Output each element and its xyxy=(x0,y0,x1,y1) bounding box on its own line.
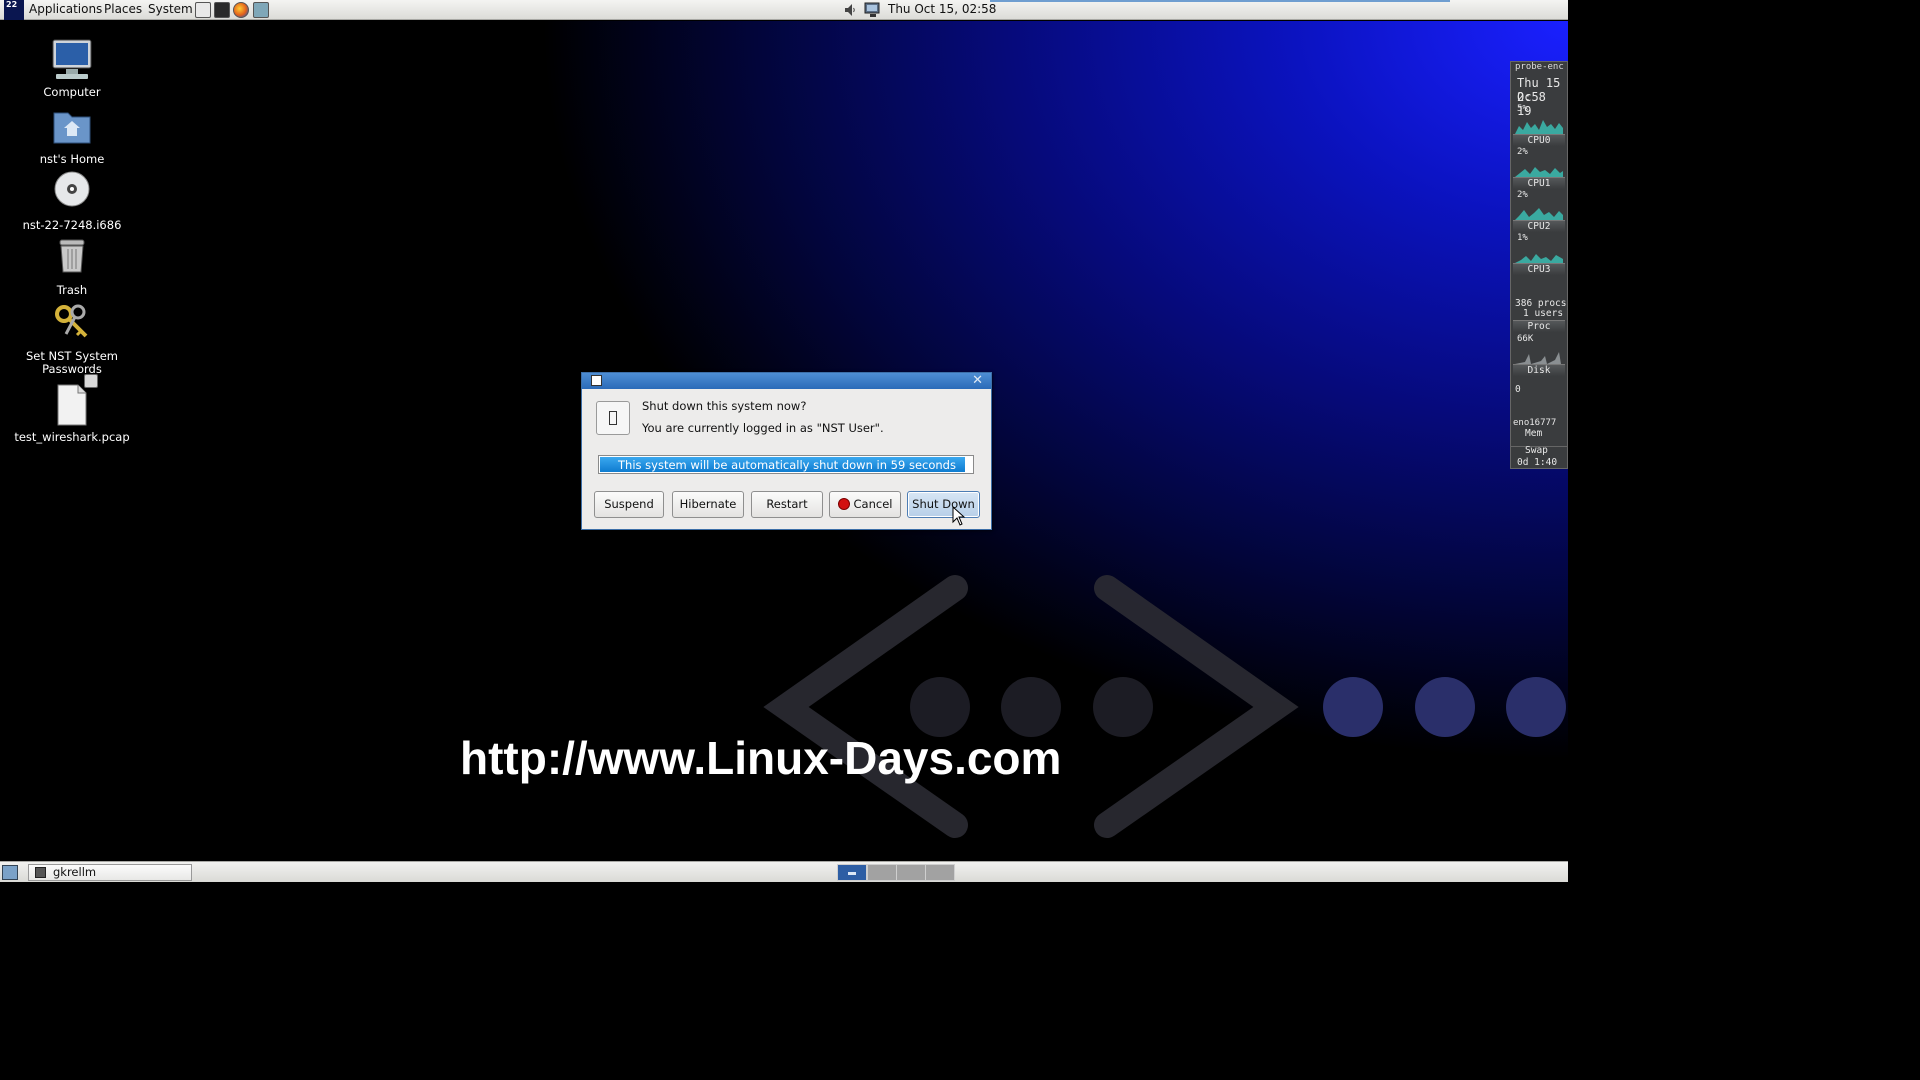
gkrellm-mem: Mem xyxy=(1525,428,1543,439)
applications-menu[interactable]: Applications xyxy=(29,2,102,16)
wallpaper-url-text: http://www.Linux-Days.com xyxy=(460,732,1062,784)
bottom-panel: gkrellm xyxy=(0,861,1568,882)
gkrellm-hostname: probe-enc xyxy=(1515,62,1564,72)
file-icon xyxy=(48,374,98,429)
show-desktop-icon[interactable] xyxy=(2,865,18,880)
mouse-cursor-icon xyxy=(952,506,966,526)
gkrellm-swap-label: Swap xyxy=(1525,445,1548,456)
cancel-label: Cancel xyxy=(853,497,893,511)
gkrellm-cpu3: 1% CPU3 xyxy=(1513,233,1565,275)
restart-button[interactable]: Restart xyxy=(751,491,823,518)
gkrellm-cpu1: 2% CPU1 xyxy=(1513,147,1565,189)
gkrellm-cpu2: 2% CPU2 xyxy=(1513,190,1565,232)
gkrellm-disk: 66K Disk xyxy=(1513,334,1565,376)
desktop-icon-label: nst's Home xyxy=(39,152,105,166)
terminal-icon[interactable] xyxy=(214,2,230,18)
desktop-icon-label: Set NST System Passwords xyxy=(25,349,118,376)
gkrellm-app-icon xyxy=(35,867,46,878)
firefox-icon[interactable] xyxy=(233,2,249,18)
gkrellm-net-label: eno16777 xyxy=(1513,418,1557,428)
close-icon[interactable]: ✕ xyxy=(972,373,983,388)
workspace-4[interactable] xyxy=(925,864,955,881)
hibernate-button[interactable]: Hibernate xyxy=(672,491,744,518)
gkrellm-net-value: 0 xyxy=(1515,384,1521,395)
desktop-icon-label: test_wireshark.pcap xyxy=(14,430,130,444)
cancel-icon xyxy=(837,498,850,510)
desktop-icon-home[interactable]: nst's Home xyxy=(7,103,137,166)
desktop-icon-passwords[interactable]: Set NST System Passwords xyxy=(7,300,137,376)
dialog-titlebar[interactable]: ✕ xyxy=(582,373,991,389)
taskbar-item-label: gkrellm xyxy=(53,865,97,879)
lock-icon xyxy=(84,374,98,388)
workspace-3[interactable] xyxy=(896,864,926,881)
gkrellm-monitor[interactable]: probe-enc Thu 15 Oc 2:58 19 5% CPU0 2% C… xyxy=(1510,61,1568,447)
document-editor-icon[interactable] xyxy=(195,2,211,18)
suspend-button[interactable]: Suspend xyxy=(594,491,664,518)
home-folder-icon xyxy=(48,103,96,151)
desktop-icon-disc[interactable]: nst-22-7248.i686 xyxy=(7,169,137,232)
desktop-icon-label: Trash xyxy=(56,283,88,297)
gkrellm-cpu0: 5% CPU0 xyxy=(1513,104,1565,146)
dialog-message: You are currently logged in as "NST User… xyxy=(642,421,884,435)
network-tool-icon[interactable] xyxy=(253,2,269,18)
desktop-icon-computer[interactable]: Computer xyxy=(7,36,137,99)
desktop-icon-pcap-file[interactable]: test_wireshark.pcap xyxy=(7,374,137,444)
network-icon[interactable] xyxy=(864,2,882,18)
shutdown-dialog: ✕ Shut down this system now? You are cur… xyxy=(581,372,992,530)
workspace-1[interactable] xyxy=(837,864,867,881)
top-panel: 22 Applications Places System Thu Oct 15… xyxy=(0,0,1568,20)
shutdown-button[interactable]: Shut Down xyxy=(907,491,980,518)
top-panel-strip xyxy=(990,0,1450,2)
cancel-button[interactable]: Cancel xyxy=(829,491,901,518)
places-menu[interactable]: Places xyxy=(104,2,142,16)
keys-icon xyxy=(48,300,96,348)
volume-icon[interactable] xyxy=(844,3,856,17)
gkrellm-uptime: 0d 1:40 xyxy=(1517,457,1558,468)
computer-icon xyxy=(48,36,96,84)
trash-icon xyxy=(48,234,96,282)
desktop-icon-label: nst-22-7248.i686 xyxy=(22,218,122,232)
countdown-progress-bar: This system will be automatically shut d… xyxy=(598,455,974,474)
disc-icon xyxy=(48,169,96,217)
countdown-text: This system will be automatically shut d… xyxy=(618,458,956,472)
power-switch-icon xyxy=(596,401,630,435)
window-menu-icon[interactable] xyxy=(591,375,602,386)
gkrellm-footer: Swap 0d 1:40 xyxy=(1510,445,1568,469)
dialog-heading: Shut down this system now? xyxy=(642,399,807,413)
system-menu[interactable]: System xyxy=(148,2,193,16)
distro-logo-icon[interactable]: 22 xyxy=(4,0,24,20)
desktop-icon-label: Computer xyxy=(43,85,101,99)
workspace-2[interactable] xyxy=(867,864,897,881)
gkrellm-proc: Proc xyxy=(1513,290,1565,332)
clock[interactable]: Thu Oct 15, 02:58 xyxy=(888,2,996,16)
taskbar-item-gkrellm[interactable]: gkrellm xyxy=(28,864,192,881)
desktop-icon-trash[interactable]: Trash xyxy=(7,234,137,297)
